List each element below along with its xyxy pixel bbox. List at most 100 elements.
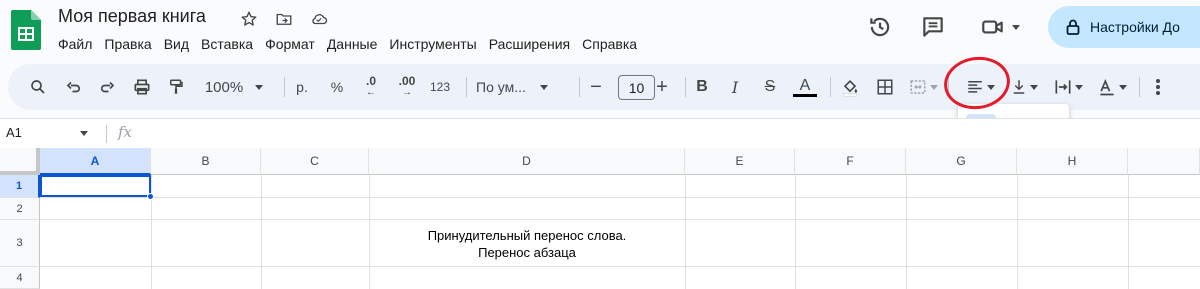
chevron-down-icon[interactable]: [80, 131, 88, 136]
font-family-select[interactable]: По ум...: [476, 64, 566, 110]
comments-icon[interactable]: [918, 12, 948, 42]
column-header-f[interactable]: F: [795, 148, 906, 175]
row-header-4[interactable]: 4: [0, 267, 40, 289]
menu-insert[interactable]: Вставка: [195, 34, 259, 54]
cell-d3-line-2: Перенос абзаца: [478, 245, 576, 260]
chevron-down-icon: [1119, 84, 1127, 90]
zoom-value: 100%: [204, 78, 244, 96]
text-color-icon: A: [799, 76, 811, 94]
zoom-select[interactable]: 100%: [198, 64, 270, 110]
strikethrough-button[interactable]: S: [758, 64, 782, 110]
gridline: [685, 175, 686, 289]
increase-font-size-button[interactable]: +: [651, 64, 673, 110]
undo-icon[interactable]: [60, 64, 88, 110]
cell-d3-line-1: Принудительный перенос слова.: [427, 228, 627, 243]
document-title[interactable]: Моя первая книга: [58, 6, 206, 27]
row-header-2[interactable]: 2: [0, 198, 40, 220]
arrow-left-icon: ←: [366, 87, 376, 98]
name-box[interactable]: A1: [6, 125, 22, 140]
column-header-g[interactable]: G: [906, 148, 1017, 175]
print-icon[interactable]: [128, 64, 156, 110]
version-history-icon[interactable]: [865, 12, 895, 42]
bold-button[interactable]: B: [691, 64, 713, 110]
gridline: [1128, 175, 1129, 289]
meet-video-icon[interactable]: [975, 12, 1025, 42]
font-family-value: По ум...: [476, 79, 526, 95]
formula-input[interactable]: [145, 122, 1195, 146]
column-header-c[interactable]: C: [261, 148, 369, 175]
chevron-down-icon: [930, 84, 938, 90]
menu-help[interactable]: Справка: [576, 34, 643, 54]
currency-format-button[interactable]: р.: [291, 64, 313, 110]
gridline: [906, 175, 907, 289]
more-options-icon[interactable]: [1146, 64, 1170, 110]
move-to-folder-icon[interactable]: [273, 8, 295, 30]
menu-data[interactable]: Данные: [321, 34, 384, 54]
spreadsheet-app: Моя первая книга Файл Правка Вид Вставка…: [0, 0, 1200, 289]
column-header-h[interactable]: H: [1017, 148, 1128, 175]
cell-d3[interactable]: Принудительный перенос слова. Перенос аб…: [369, 227, 685, 261]
chevron-down-icon: [539, 84, 548, 90]
text-color-button[interactable]: A: [791, 64, 819, 110]
gridline: [40, 197, 1200, 198]
decrease-font-size-button[interactable]: −: [585, 64, 607, 110]
merge-cells-icon[interactable]: [905, 64, 941, 110]
sheets-logo-icon[interactable]: [11, 10, 41, 50]
chevron-down-icon: [1012, 24, 1020, 30]
column-header-e[interactable]: E: [685, 148, 795, 175]
gridline: [40, 266, 1200, 267]
menu-extensions[interactable]: Расширения: [483, 34, 576, 54]
toolbar-divider: [579, 77, 580, 97]
decrease-decimal-button[interactable]: .0 ←: [357, 64, 385, 110]
row-header-3[interactable]: 3: [0, 220, 40, 267]
borders-icon[interactable]: [871, 64, 899, 110]
fill-color-icon[interactable]: [836, 64, 864, 110]
text-wrap-icon: [1055, 80, 1071, 94]
cloud-saved-icon[interactable]: [308, 8, 330, 30]
italic-button[interactable]: I: [724, 64, 746, 110]
chevron-down-icon: [1030, 84, 1038, 90]
toolbar-divider: [685, 77, 686, 97]
formula-bar-divider: [106, 125, 107, 143]
column-header-d[interactable]: D: [369, 148, 685, 175]
text-rotation-button[interactable]: [1093, 64, 1131, 110]
fx-icon: fx: [118, 123, 133, 141]
increase-decimal-button[interactable]: .00 →: [392, 64, 422, 110]
gridline: [261, 175, 262, 289]
menu-edit[interactable]: Правка: [98, 34, 157, 54]
align-bottom-icon: [1013, 80, 1025, 94]
menu-view[interactable]: Вид: [158, 34, 195, 54]
menu-tools[interactable]: Инструменты: [383, 34, 482, 54]
menu-bar: Файл Правка Вид Вставка Формат Данные Ин…: [52, 34, 643, 54]
toolbar-divider: [1139, 77, 1140, 97]
paint-format-icon[interactable]: [162, 64, 190, 110]
text-rotation-icon: [1100, 79, 1114, 96]
column-header-i[interactable]: [1128, 148, 1200, 175]
decrease-decimal-label: .0: [365, 74, 376, 88]
toolbar-divider: [830, 77, 831, 97]
column-header-b[interactable]: B: [151, 148, 261, 175]
percent-format-button[interactable]: %: [326, 64, 348, 110]
access-settings-button[interactable]: Настройки До: [1048, 6, 1200, 48]
menu-format[interactable]: Формат: [259, 34, 321, 54]
menu-file[interactable]: Файл: [52, 34, 98, 54]
row-header-1[interactable]: 1: [0, 175, 40, 198]
select-all-corner[interactable]: [0, 148, 40, 175]
font-size-input[interactable]: 10: [618, 75, 655, 100]
chevron-down-icon: [255, 84, 264, 90]
redo-icon[interactable]: [93, 64, 121, 110]
fill-handle[interactable]: [147, 193, 154, 200]
more-formats-label: 123: [429, 80, 451, 94]
toolbar-divider: [284, 77, 285, 97]
arrow-right-icon: →: [402, 87, 412, 98]
star-icon[interactable]: [238, 8, 260, 30]
text-color-bar: [793, 93, 817, 97]
gridline: [40, 219, 1200, 220]
selected-cell-a1[interactable]: [40, 175, 151, 197]
search-menus-icon[interactable]: [24, 64, 52, 110]
toolbar-divider: [466, 77, 467, 97]
access-settings-label: Настройки До: [1090, 19, 1180, 35]
more-formats-button[interactable]: 123: [426, 64, 454, 110]
increase-decimal-label: .00: [398, 74, 416, 88]
column-header-a[interactable]: A: [40, 148, 151, 175]
